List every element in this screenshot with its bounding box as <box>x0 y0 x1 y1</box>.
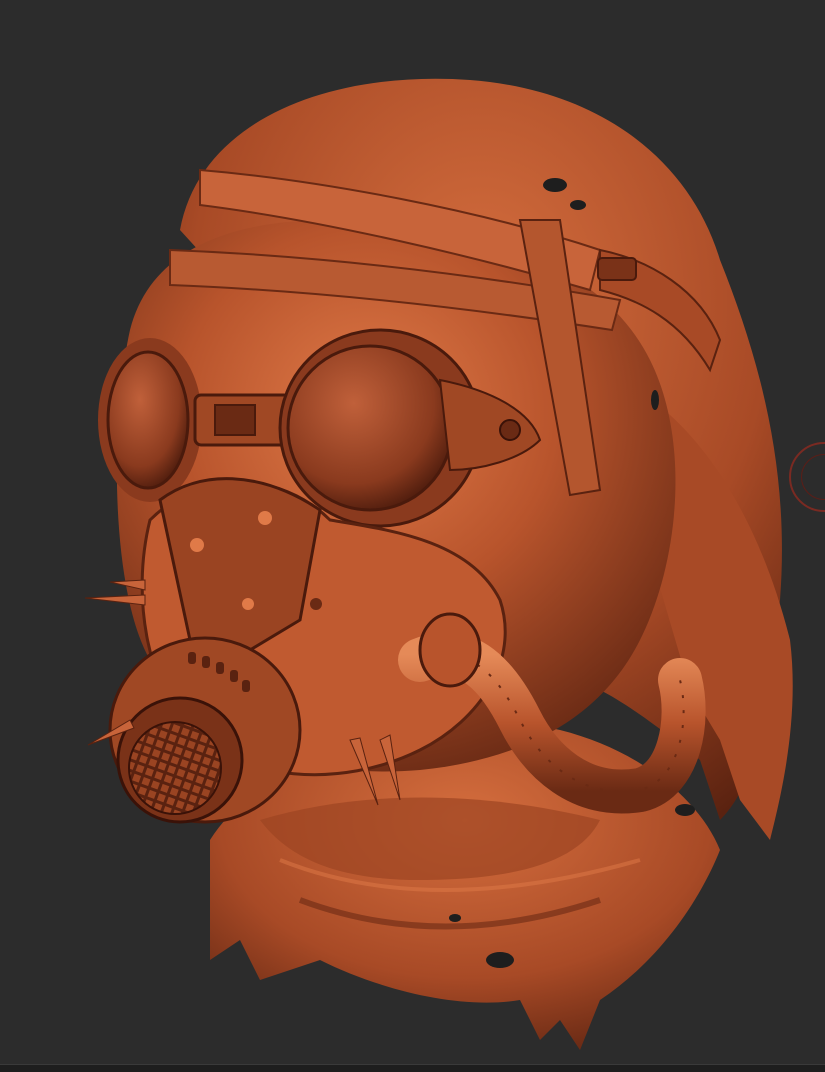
filter-canister <box>108 636 302 824</box>
left-goggle <box>98 338 202 502</box>
sculpted-head-model[interactable] <box>0 0 825 1064</box>
rotation-gizmo-inner-ring <box>801 454 825 500</box>
goggle-bridge <box>193 393 292 447</box>
3d-viewport[interactable] <box>0 0 825 1064</box>
